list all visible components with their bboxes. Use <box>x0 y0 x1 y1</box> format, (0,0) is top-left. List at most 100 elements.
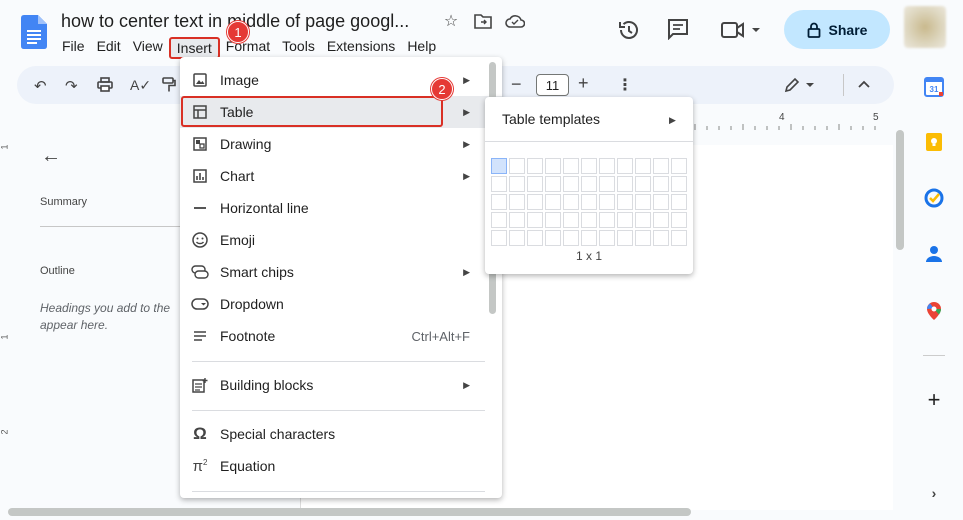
table-grid-cell[interactable] <box>491 176 507 192</box>
menu-item-table[interactable]: Table ▶ <box>180 96 502 128</box>
table-grid-cell[interactable] <box>545 176 561 192</box>
maps-icon[interactable] <box>923 300 945 322</box>
share-button[interactable]: Share <box>784 10 890 49</box>
expand-panel-icon[interactable]: › <box>923 482 945 504</box>
table-grid-cell[interactable] <box>635 176 651 192</box>
table-grid-cell[interactable] <box>527 230 543 246</box>
table-grid-cell[interactable] <box>617 212 633 228</box>
table-grid-cell[interactable] <box>509 194 525 210</box>
version-history-icon[interactable] <box>617 18 641 42</box>
table-grid-cell[interactable] <box>491 212 507 228</box>
menu-format[interactable]: Format <box>220 37 276 59</box>
table-grid-cell[interactable] <box>545 158 561 174</box>
table-grid-cell[interactable] <box>653 230 669 246</box>
table-grid-cell[interactable] <box>545 194 561 210</box>
vertical-scrollbar[interactable] <box>896 130 904 250</box>
docs-logo-icon[interactable] <box>21 15 47 49</box>
table-grid-cell[interactable] <box>527 212 543 228</box>
calendar-icon[interactable]: 31 <box>923 76 945 98</box>
keep-icon[interactable] <box>923 131 945 153</box>
table-grid-cell[interactable] <box>599 158 615 174</box>
comments-icon[interactable] <box>667 18 689 40</box>
table-grid-cell[interactable] <box>527 176 543 192</box>
menu-item-dropdown[interactable]: Dropdown <box>180 288 502 320</box>
menu-help[interactable]: Help <box>401 37 442 59</box>
table-grid-cell[interactable] <box>617 230 633 246</box>
decrease-font-icon[interactable]: − <box>511 74 522 95</box>
menu-item-special-characters[interactable]: Ω Special characters <box>180 418 502 450</box>
menu-item-smart-chips[interactable]: Smart chips ▶ <box>180 256 502 288</box>
font-size-input[interactable]: 11 <box>536 74 569 96</box>
menu-item-drawing[interactable]: Drawing ▶ <box>180 128 502 160</box>
table-grid-cell[interactable] <box>527 194 543 210</box>
table-grid-cell[interactable] <box>635 230 651 246</box>
avatar[interactable] <box>904 6 946 48</box>
table-grid-cell[interactable] <box>581 212 597 228</box>
menu-item-emoji[interactable]: Emoji <box>180 224 502 256</box>
table-grid-cell[interactable] <box>617 158 633 174</box>
table-grid-cell[interactable] <box>563 158 579 174</box>
table-grid-cell[interactable] <box>509 230 525 246</box>
cloud-status-icon[interactable] <box>504 10 526 32</box>
table-grid-cell[interactable] <box>671 230 687 246</box>
menu-edit[interactable]: Edit <box>91 37 127 59</box>
menu-extensions[interactable]: Extensions <box>321 37 401 59</box>
menu-view[interactable]: View <box>127 37 169 59</box>
collapse-toolbar-icon[interactable] <box>857 76 871 93</box>
undo-icon[interactable]: ↶ <box>34 77 47 95</box>
table-grid-cell[interactable] <box>563 176 579 192</box>
table-grid-cell[interactable] <box>563 194 579 210</box>
spellcheck-icon[interactable]: A✓ <box>130 77 151 94</box>
back-arrow-icon[interactable]: ← <box>41 145 61 168</box>
table-grid-cell[interactable] <box>599 212 615 228</box>
table-grid-cell[interactable] <box>653 176 669 192</box>
menu-item-footnote[interactable]: Footnote Ctrl+Alt+F <box>180 320 502 352</box>
table-grid-cell[interactable] <box>671 176 687 192</box>
add-addon-icon[interactable]: + <box>923 387 945 412</box>
table-grid-cell[interactable] <box>653 158 669 174</box>
menu-item-image[interactable]: Image ▶ <box>180 64 502 96</box>
table-grid-cell[interactable] <box>581 176 597 192</box>
star-icon[interactable]: ☆ <box>440 10 462 32</box>
more-options-icon[interactable]: ⋮ <box>617 75 633 95</box>
menu-item-chart[interactable]: Chart ▶ <box>180 160 502 192</box>
menu-insert[interactable]: Insert <box>168 37 220 59</box>
table-grid-cell[interactable] <box>509 176 525 192</box>
table-grid-cell[interactable] <box>545 212 561 228</box>
table-grid-cell[interactable] <box>599 194 615 210</box>
table-grid-cell[interactable] <box>509 158 525 174</box>
menu-item-horizontal-line[interactable]: Horizontal line <box>180 192 502 224</box>
table-grid-cell[interactable] <box>599 230 615 246</box>
table-grid-cell[interactable] <box>617 194 633 210</box>
table-size-grid[interactable] <box>491 158 687 246</box>
menu-item-equation[interactable]: π2 Equation <box>180 450 502 482</box>
meet-icon[interactable] <box>720 21 764 39</box>
editing-mode-icon[interactable] <box>784 77 814 97</box>
table-grid-cell[interactable] <box>545 230 561 246</box>
paint-format-icon[interactable] <box>162 77 176 97</box>
table-grid-cell[interactable] <box>653 212 669 228</box>
menu-item-building-blocks[interactable]: Building blocks ▶ <box>180 369 502 401</box>
table-grid-cell[interactable] <box>581 230 597 246</box>
tasks-icon[interactable] <box>923 187 945 209</box>
contacts-icon[interactable] <box>923 243 945 265</box>
table-grid-cell[interactable] <box>491 158 507 174</box>
table-grid-cell[interactable] <box>491 194 507 210</box>
table-grid-cell[interactable] <box>581 194 597 210</box>
table-grid-cell[interactable] <box>671 194 687 210</box>
table-grid-cell[interactable] <box>599 176 615 192</box>
move-folder-icon[interactable] <box>472 10 494 32</box>
vertical-ruler[interactable]: 1 1 2 <box>0 130 15 510</box>
table-grid-cell[interactable] <box>491 230 507 246</box>
table-grid-cell[interactable] <box>671 212 687 228</box>
increase-font-icon[interactable]: + <box>578 73 589 94</box>
table-templates-item[interactable]: Table templates <box>502 111 600 127</box>
table-grid-cell[interactable] <box>527 158 543 174</box>
print-icon[interactable] <box>97 77 113 96</box>
table-grid-cell[interactable] <box>635 158 651 174</box>
table-grid-cell[interactable] <box>563 212 579 228</box>
table-grid-cell[interactable] <box>671 158 687 174</box>
menu-file[interactable]: File <box>56 37 91 59</box>
table-grid-cell[interactable] <box>509 212 525 228</box>
table-grid-cell[interactable] <box>617 176 633 192</box>
